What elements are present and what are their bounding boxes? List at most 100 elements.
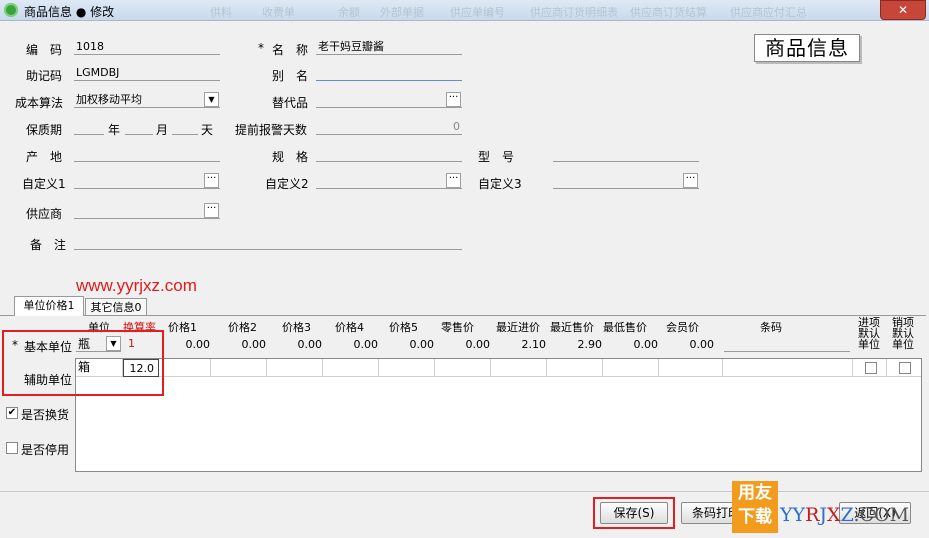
- aux-last-sale-cell[interactable]: [547, 359, 603, 377]
- custom1-lookup-button[interactable]: ···: [204, 173, 219, 188]
- shelf-life-day-field[interactable]: [172, 119, 198, 135]
- col-price2: 价格2: [228, 321, 257, 334]
- logo-line1: 用友: [738, 483, 772, 503]
- aux-price2-cell[interactable]: [211, 359, 267, 377]
- app-icon: [4, 3, 18, 17]
- base-retail[interactable]: 0.00: [440, 338, 491, 351]
- tab-other-info[interactable]: 其它信息0: [85, 298, 147, 315]
- base-member[interactable]: 0.00: [664, 338, 715, 351]
- aux-retail-cell[interactable]: [435, 359, 491, 377]
- col-price4: 价格4: [335, 321, 364, 334]
- base-last-sale[interactable]: 2.90: [552, 338, 603, 351]
- custom2-lookup-button[interactable]: ···: [446, 173, 461, 188]
- origin-field[interactable]: [74, 146, 220, 162]
- exchange-checkbox[interactable]: ✔: [6, 407, 18, 419]
- cost-method-select[interactable]: 加权移动平均: [74, 92, 220, 108]
- logo-text-z: Z: [840, 504, 854, 526]
- ghost-tab: 余额: [338, 6, 360, 19]
- logo-text-r: R: [805, 504, 820, 526]
- aux-price3-cell[interactable]: [267, 359, 323, 377]
- supplier-label: 供应商: [26, 207, 63, 221]
- aux-last-purchase-cell[interactable]: [491, 359, 547, 377]
- section-stamp: 商品信息: [754, 34, 860, 62]
- ghost-tab: 收费单: [262, 6, 295, 19]
- aux-barcode-cell[interactable]: [723, 359, 853, 377]
- base-price2[interactable]: 0.00: [216, 338, 267, 351]
- model-field[interactable]: [553, 146, 699, 162]
- supplier-lookup-button[interactable]: ···: [204, 203, 219, 218]
- ghost-tab: 外部单据: [380, 6, 424, 19]
- aux-unit-grid[interactable]: 箱 12.0: [75, 358, 922, 472]
- aux-member-cell[interactable]: [659, 359, 723, 377]
- spec-label: 规 格: [272, 150, 309, 164]
- substitute-lookup-button[interactable]: ···: [446, 92, 461, 107]
- ghost-tab: 供应商应付汇总: [730, 6, 807, 19]
- base-price4[interactable]: 0.00: [328, 338, 379, 351]
- watermark-url: www.yyrjxz.com: [76, 276, 197, 295]
- warn-days-field[interactable]: 0: [316, 119, 462, 135]
- exchange-label: 是否换货: [21, 408, 70, 422]
- custom1-label: 自定义1: [22, 177, 66, 191]
- logo-site-text: YYRJXZ.COM: [780, 504, 909, 526]
- logo-text-x: X: [827, 504, 841, 526]
- shelf-life-year-field[interactable]: [74, 119, 104, 135]
- aux-price1-cell[interactable]: [159, 359, 211, 377]
- substitute-field[interactable]: [316, 92, 462, 108]
- name-required-mark: *: [258, 41, 264, 55]
- col-last-purchase: 最近进价: [496, 321, 540, 334]
- model-label: 型 号: [478, 150, 515, 164]
- ghost-tab: 供料: [210, 6, 232, 19]
- col-purchase-default: 进项默认单位: [858, 316, 880, 351]
- aux-price5-cell[interactable]: [379, 359, 435, 377]
- col-price3: 价格3: [282, 321, 311, 334]
- custom3-field[interactable]: [553, 173, 699, 189]
- cost-method-label: 成本算法: [15, 96, 64, 110]
- warn-days-label: 提前报警天数: [235, 123, 308, 137]
- col-last-sale: 最近售价: [550, 321, 594, 334]
- col-retail: 零售价: [441, 321, 474, 334]
- aux-sale-default-checkbox[interactable]: [899, 362, 911, 374]
- code-field[interactable]: 1018: [74, 39, 220, 55]
- aux-purchase-default-checkbox[interactable]: [865, 362, 877, 374]
- origin-label: 产 地: [26, 150, 63, 164]
- ghost-tab: 供应单编号: [450, 6, 505, 19]
- chevron-down-icon[interactable]: ▼: [204, 92, 219, 107]
- close-button[interactable]: ✕: [880, 0, 926, 20]
- alias-field[interactable]: [316, 65, 462, 81]
- base-price1[interactable]: 0.00: [160, 338, 211, 351]
- tab-unit-price[interactable]: 单位价格1: [14, 296, 84, 316]
- aux-min-sale-cell[interactable]: [603, 359, 659, 377]
- shelf-life-month-field[interactable]: [125, 119, 153, 135]
- base-min-sale[interactable]: 0.00: [608, 338, 659, 351]
- ghost-tab: 供应商订货结算: [630, 6, 707, 19]
- custom2-field[interactable]: [316, 173, 462, 189]
- remark-label: 备 注: [30, 238, 67, 252]
- base-price5[interactable]: 0.00: [384, 338, 435, 351]
- month-label: 月: [156, 123, 169, 137]
- substitute-label: 替代品: [272, 96, 309, 110]
- custom3-label: 自定义3: [478, 177, 522, 191]
- alias-label: 别 名: [272, 69, 309, 83]
- supplier-field[interactable]: [74, 203, 220, 219]
- spec-field[interactable]: [316, 146, 462, 162]
- base-price3[interactable]: 0.00: [272, 338, 323, 351]
- window-title: 商品信息 ● 修改: [24, 5, 115, 19]
- custom1-field[interactable]: [74, 173, 220, 189]
- highlight-unit-box: [2, 330, 164, 396]
- col-sale-default: 销项默认单位: [892, 316, 914, 351]
- aux-price4-cell[interactable]: [323, 359, 379, 377]
- base-barcode[interactable]: [724, 336, 850, 352]
- mnemonic-label: 助记码: [26, 69, 63, 83]
- logo-text-com: .COM: [853, 504, 910, 526]
- base-last-purchase[interactable]: 2.10: [496, 338, 547, 351]
- logo-text-j: J: [819, 504, 828, 526]
- col-min-sale: 最低售价: [603, 321, 647, 334]
- save-button[interactable]: 保存(S): [600, 502, 668, 524]
- yonyou-download-logo: 用友 下载: [732, 481, 778, 533]
- disabled-checkbox[interactable]: [6, 442, 18, 454]
- name-field[interactable]: 老干妈豆瓣酱: [316, 39, 462, 55]
- mnemonic-field[interactable]: LGMDBJ: [74, 65, 220, 81]
- code-label: 编 码: [26, 43, 63, 57]
- remark-field[interactable]: [74, 234, 462, 250]
- custom3-lookup-button[interactable]: ···: [683, 173, 698, 188]
